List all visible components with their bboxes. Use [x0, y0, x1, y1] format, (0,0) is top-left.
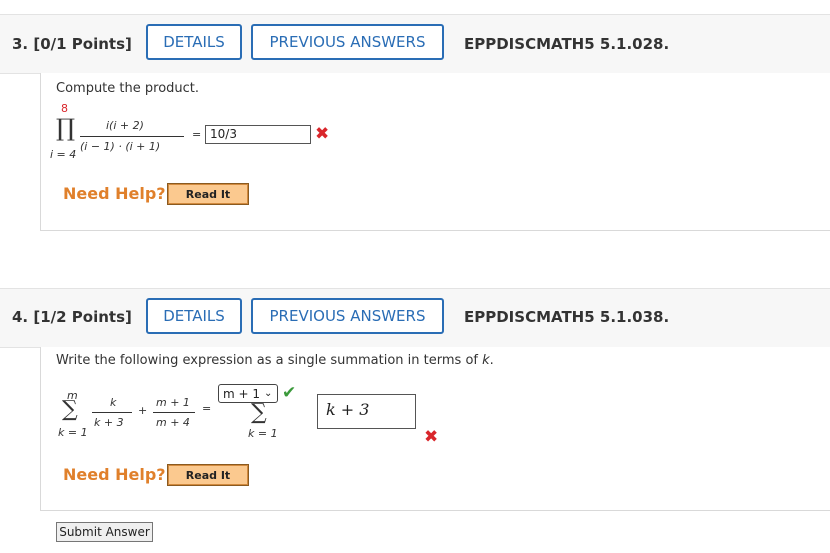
q4-term1-fraction-bar [92, 412, 132, 413]
q3-number: 3. [0/1 Points] [12, 35, 132, 53]
q4-upper-limit-select[interactable]: m + 1 ⌄ [218, 384, 278, 403]
q4-prompt: Write the following expression as a sing… [56, 353, 494, 368]
q4-term1-numerator: k [110, 396, 117, 409]
q3-numerator: i(i + 2) [106, 119, 144, 132]
product-symbol: ∏ [56, 114, 76, 142]
q4-rhs-lower: k = 1 [248, 427, 278, 440]
q4-points: [1/2 Points] [33, 308, 132, 326]
submit-answer-button[interactable]: Submit Answer [56, 522, 153, 542]
q3-read-it-button[interactable]: Read It [167, 183, 249, 205]
q4-answer-input[interactable]: k + 3 [317, 394, 416, 429]
q4-term2-numerator: m + 1 [156, 396, 190, 409]
q3-product-lower: i = 4 [50, 148, 77, 161]
q4-need-help: Need Help? [63, 465, 166, 484]
q3-denominator: (i − 1) · (i + 1) [80, 140, 161, 153]
q3-previous-answers-button[interactable]: PREVIOUS ANSWERS [251, 24, 444, 60]
x-mark-icon: ✖ [424, 427, 439, 447]
q3-fraction-bar [80, 136, 184, 137]
q4-number: 4. [1/2 Points] [12, 308, 132, 326]
summation-symbol: ∑ [62, 397, 78, 422]
q4-equals: = [202, 402, 212, 415]
q4-problem-code: EPPDISCMATH5 5.1.038. [464, 308, 670, 326]
q3-equals: = [192, 128, 202, 141]
q4-term1-denominator: k + 3 [94, 416, 124, 429]
q4-term2-denominator: m + 4 [156, 416, 190, 429]
q3-points: [0/1 Points] [33, 35, 132, 53]
q4-details-button[interactable]: DETAILS [146, 298, 242, 334]
q3-details-button[interactable]: DETAILS [146, 24, 242, 60]
q3-prompt: Compute the product. [56, 81, 200, 96]
q4-plus: + [138, 404, 148, 417]
q3-need-help: Need Help? [63, 184, 166, 203]
q4-previous-answers-button[interactable]: PREVIOUS ANSWERS [251, 298, 444, 334]
q4-select-value: m + 1 [223, 386, 261, 401]
q4-sum-lower: k = 1 [58, 426, 88, 439]
q3-problem-code: EPPDISCMATH5 5.1.028. [464, 35, 670, 53]
q4-term2-fraction-bar [153, 412, 195, 413]
check-mark-icon: ✔ [282, 383, 297, 403]
q3-answer-input[interactable]: 10/3 [205, 125, 311, 144]
rhs-summation-symbol: ∑ [251, 400, 267, 425]
q4-read-it-button[interactable]: Read It [167, 464, 249, 486]
chevron-down-icon: ⌄ [264, 388, 273, 399]
x-mark-icon: ✖ [315, 124, 330, 144]
